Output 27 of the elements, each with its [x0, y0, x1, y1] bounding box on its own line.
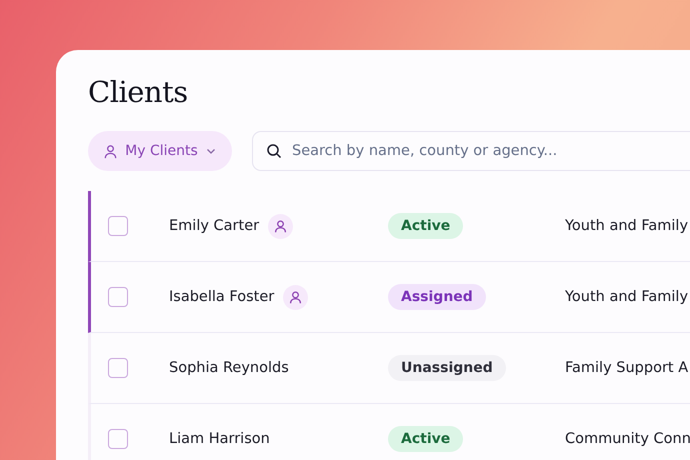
- client-row[interactable]: Sophia Reynolds Unassigned Family Support A: [88, 333, 690, 404]
- client-row[interactable]: Emily Carter Active Youth and Family: [88, 191, 690, 262]
- assigned-person-icon: [268, 214, 294, 238]
- search-field[interactable]: Search by name, county or agency...: [252, 131, 690, 171]
- assigned-person-icon: [283, 284, 308, 310]
- client-name: Liam Harrison: [169, 431, 270, 447]
- row-checkbox[interactable]: [108, 287, 128, 307]
- client-row[interactable]: Liam Harrison Active Community Conn: [88, 404, 690, 460]
- page-title: Clients: [88, 74, 189, 111]
- client-name: Emily Carter: [169, 218, 260, 234]
- agency-name: Family Support A: [565, 360, 688, 376]
- status-badge: Assigned: [388, 284, 486, 310]
- row-checkbox[interactable]: [108, 216, 128, 236]
- agency-name: Youth and Family: [565, 218, 688, 234]
- person-icon: [103, 144, 118, 158]
- client-row[interactable]: Isabella Foster Assigned Youth and Family: [88, 262, 690, 333]
- status-badge: Active: [388, 213, 464, 239]
- row-checkbox[interactable]: [108, 358, 128, 378]
- status-badge: Unassigned: [388, 355, 506, 381]
- client-name: Isabella Foster: [169, 289, 274, 305]
- row-checkbox[interactable]: [108, 429, 128, 449]
- agency-name: Community Conn: [565, 431, 690, 447]
- status-badge: Active: [388, 426, 464, 452]
- search-icon: [266, 143, 282, 159]
- agency-name: Youth and Family: [565, 289, 688, 305]
- client-name: Sophia Reynolds: [169, 360, 289, 376]
- my-clients-dropdown[interactable]: My Clients: [88, 131, 232, 171]
